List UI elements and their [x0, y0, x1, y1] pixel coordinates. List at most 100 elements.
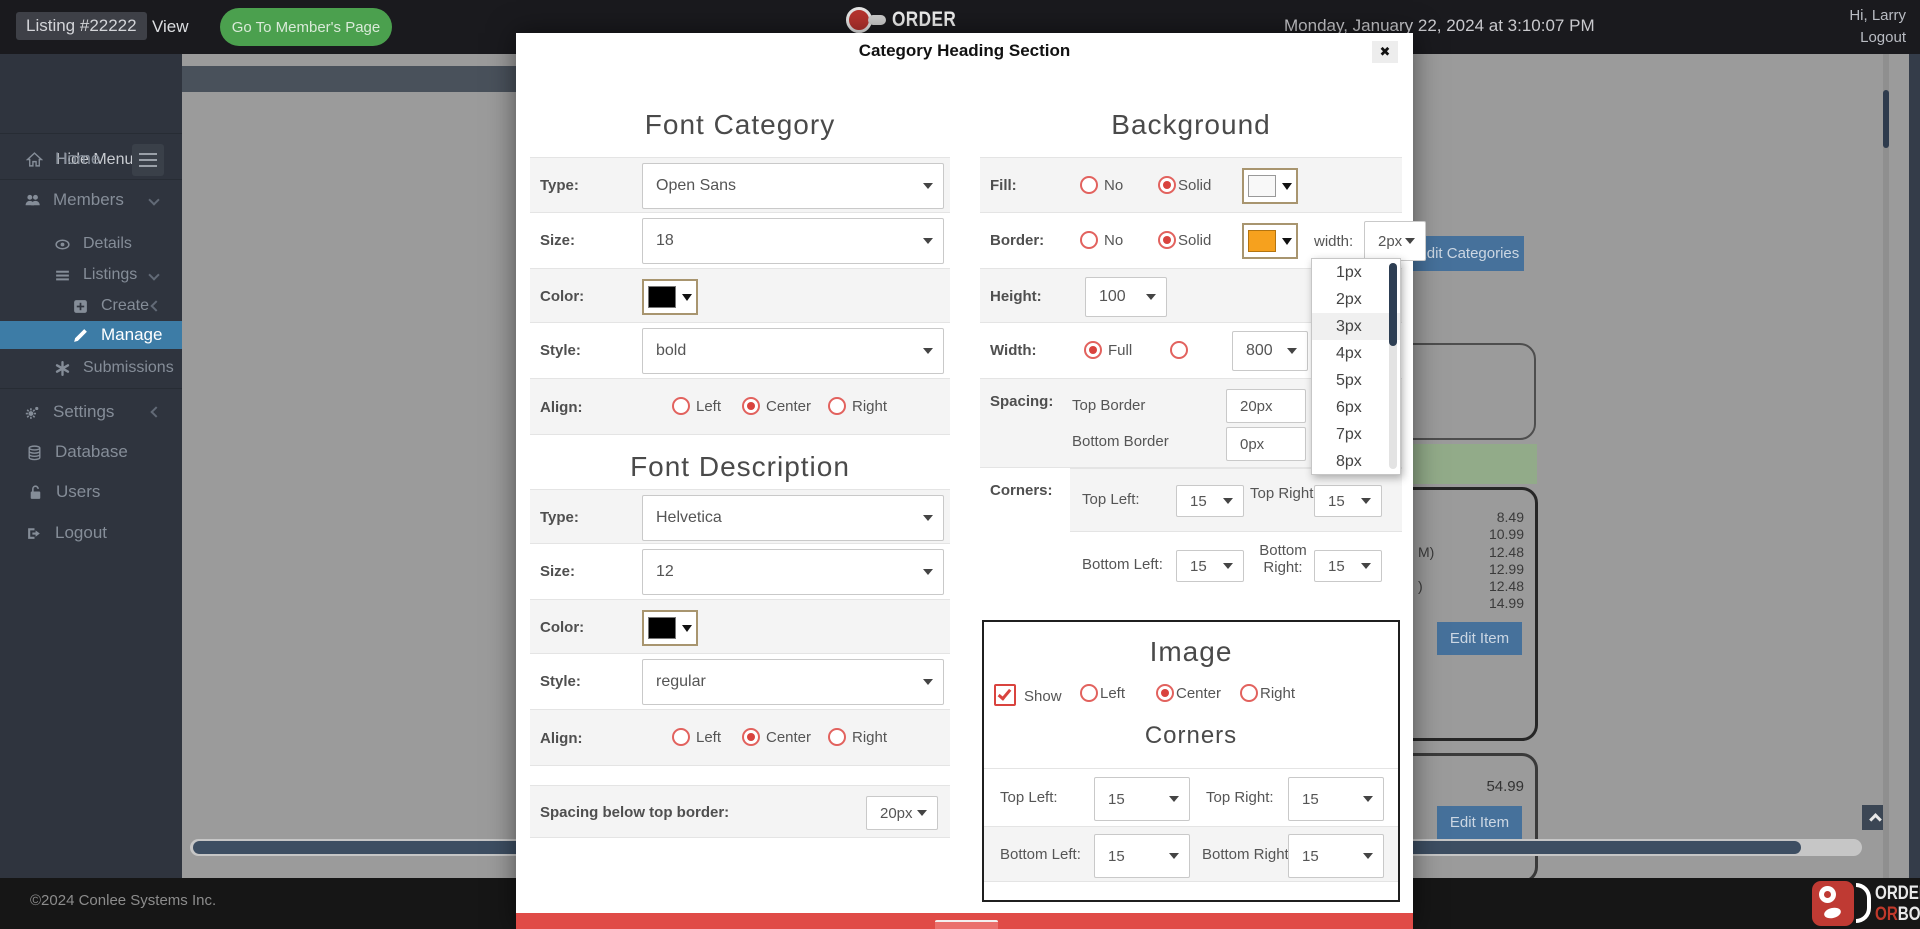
edit-categories-button[interactable]: Edit Categories	[1412, 236, 1524, 271]
edit-item-button[interactable]: Edit Item	[1437, 622, 1522, 655]
edit-item-button-2[interactable]: Edit Item	[1437, 806, 1522, 839]
image-corners-bottom-row: Bottom Left: 15 Bottom Right: 15	[984, 826, 1398, 882]
close-icon[interactable]: ✖	[1372, 41, 1398, 63]
align-right-radio[interactable]: Right	[828, 728, 887, 746]
dropdown-option-highlighted[interactable]: 3px	[1312, 313, 1400, 340]
image-corner-bottom-right-select[interactable]: 15	[1288, 834, 1384, 878]
fill-color-picker[interactable]	[1242, 168, 1298, 204]
align-center-radio[interactable]: Center	[742, 397, 811, 415]
font-description-style-select[interactable]: regular	[642, 659, 944, 705]
sidebar-item-home[interactable]: Home	[0, 143, 182, 175]
dropdown-option[interactable]: 1px	[1312, 259, 1400, 286]
corner-top-right-select[interactable]: 15	[1314, 485, 1382, 517]
dropdown-option[interactable]: 5px	[1312, 367, 1400, 394]
caret-down-icon	[1363, 796, 1373, 802]
spacing-below-row: Spacing below top border: 20px	[530, 785, 950, 838]
height-select[interactable]: 100	[1085, 277, 1167, 317]
caret-down-icon	[923, 515, 933, 521]
price-row: 8.49	[1418, 509, 1524, 526]
spacing-label: Spacing:	[990, 393, 1053, 410]
font-category-size-select[interactable]: 18	[642, 218, 944, 264]
fill-no-radio[interactable]: No	[1080, 176, 1123, 194]
dropdown-option[interactable]: 4px	[1312, 340, 1400, 367]
font-category-color-picker[interactable]	[642, 279, 698, 315]
font-description-color-picker[interactable]	[642, 610, 698, 646]
background-heading: Background	[980, 109, 1402, 141]
sidebar-item-details[interactable]: Details	[0, 228, 182, 260]
border-color-picker[interactable]	[1242, 223, 1298, 259]
corners-label: Corners:	[990, 482, 1053, 499]
brand-logo-text: ORDER	[892, 8, 956, 32]
image-corner-bottom-left-select[interactable]: 15	[1094, 834, 1190, 878]
bottom-border-select[interactable]: 0px	[1226, 427, 1306, 461]
image-corner-top-left-select[interactable]: 15	[1094, 777, 1190, 821]
color-chip	[648, 617, 676, 639]
width-value: 800	[1246, 342, 1273, 360]
sidebar-item-submissions[interactable]: Submissions	[0, 352, 182, 384]
show-image-checkbox[interactable]	[994, 684, 1016, 706]
image-align-left-radio[interactable]: Left	[1080, 684, 1125, 702]
spacing-below-label: Spacing below top border:	[540, 804, 729, 821]
corner-top-left-select[interactable]: 15	[1176, 485, 1244, 517]
listing-number-field[interactable]: Listing #22222	[16, 12, 147, 40]
dropdown-option[interactable]: 7px	[1312, 421, 1400, 448]
top-border-select[interactable]: 20px	[1226, 389, 1306, 423]
sidebar-item-members[interactable]: Members	[0, 184, 182, 216]
border-no-radio[interactable]: No	[1080, 231, 1123, 249]
image-corner-top-right-select[interactable]: 15	[1288, 777, 1384, 821]
sidebar-item-listings[interactable]: Listings	[0, 259, 182, 291]
sidebar-item-manage[interactable]: Manage	[0, 321, 182, 349]
caret-down-icon	[917, 810, 927, 816]
font-description-size-select[interactable]: 12	[642, 549, 944, 595]
align-right-radio[interactable]: Right	[828, 397, 887, 415]
image-align-right-radio[interactable]: Right	[1240, 684, 1295, 702]
width-value-select[interactable]: 800	[1232, 331, 1308, 371]
type-label: Type:	[540, 509, 579, 526]
top-border-label: Top Border	[1072, 397, 1145, 414]
vertical-scrollbar[interactable]	[1883, 54, 1889, 878]
spacing-below-value: 20px	[880, 805, 913, 822]
price-row: 10.99	[1418, 526, 1524, 543]
fill-solid-radio[interactable]: Solid	[1158, 176, 1211, 194]
corner-bottom-left-select[interactable]: 15	[1176, 550, 1244, 582]
image-align-center-radio[interactable]: Center	[1156, 684, 1221, 702]
brand-logo-pill	[868, 15, 886, 25]
sidebar-item-database[interactable]: Database	[0, 436, 182, 468]
gear-icon	[24, 404, 41, 421]
dropdown-scrollbar[interactable]	[1389, 263, 1397, 469]
modal-footer-button[interactable]	[935, 920, 998, 929]
go-to-members-page-button[interactable]: Go To Member's Page	[220, 8, 392, 46]
dropdown-option[interactable]: 8px	[1312, 448, 1400, 475]
vertical-scrollbar-thumb[interactable]	[1883, 90, 1889, 148]
header-logout-link[interactable]: Logout	[1860, 29, 1906, 46]
width-full-radio[interactable]: Full	[1084, 341, 1132, 359]
view-link[interactable]: View	[152, 17, 189, 37]
sidebar-item-create[interactable]: Create	[0, 290, 182, 322]
font-category-size-row: Size: 18	[530, 213, 950, 268]
corners-top-subrow: Top Left: 15 Top Right: 15	[1070, 468, 1402, 532]
lock-icon	[27, 484, 44, 501]
border-solid-radio[interactable]: Solid	[1158, 231, 1211, 249]
caret-down-icon	[923, 238, 933, 244]
font-category-type-select[interactable]: Open Sans	[642, 163, 944, 209]
font-description-type-select[interactable]: Helvetica	[642, 495, 944, 541]
align-left-radio[interactable]: Left	[672, 397, 721, 415]
dropdown-scrollbar-thumb[interactable]	[1389, 263, 1397, 346]
align-left-radio[interactable]: Left	[672, 728, 721, 746]
sidebar-item-settings[interactable]: Settings	[0, 396, 182, 428]
dropdown-option[interactable]: 6px	[1312, 394, 1400, 421]
asterisk-icon	[54, 360, 71, 377]
dropdown-option[interactable]: 2px	[1312, 286, 1400, 313]
corner-bottom-right-select[interactable]: 15	[1314, 550, 1382, 582]
sidebar-item-label: Users	[56, 482, 100, 502]
sidebar-item-users[interactable]: Users	[0, 476, 182, 508]
border-width-value: 2px	[1378, 233, 1402, 250]
border-width-select[interactable]: 2px	[1364, 221, 1426, 261]
top-border-value: 20px	[1240, 398, 1273, 415]
font-category-style-select[interactable]: bold	[642, 328, 944, 374]
caret-down-icon	[1361, 498, 1371, 504]
align-center-radio[interactable]: Center	[742, 728, 811, 746]
width-custom-radio[interactable]	[1170, 341, 1188, 359]
spacing-below-select[interactable]: 20px	[866, 796, 938, 830]
sidebar-item-logout[interactable]: Logout	[0, 517, 182, 549]
